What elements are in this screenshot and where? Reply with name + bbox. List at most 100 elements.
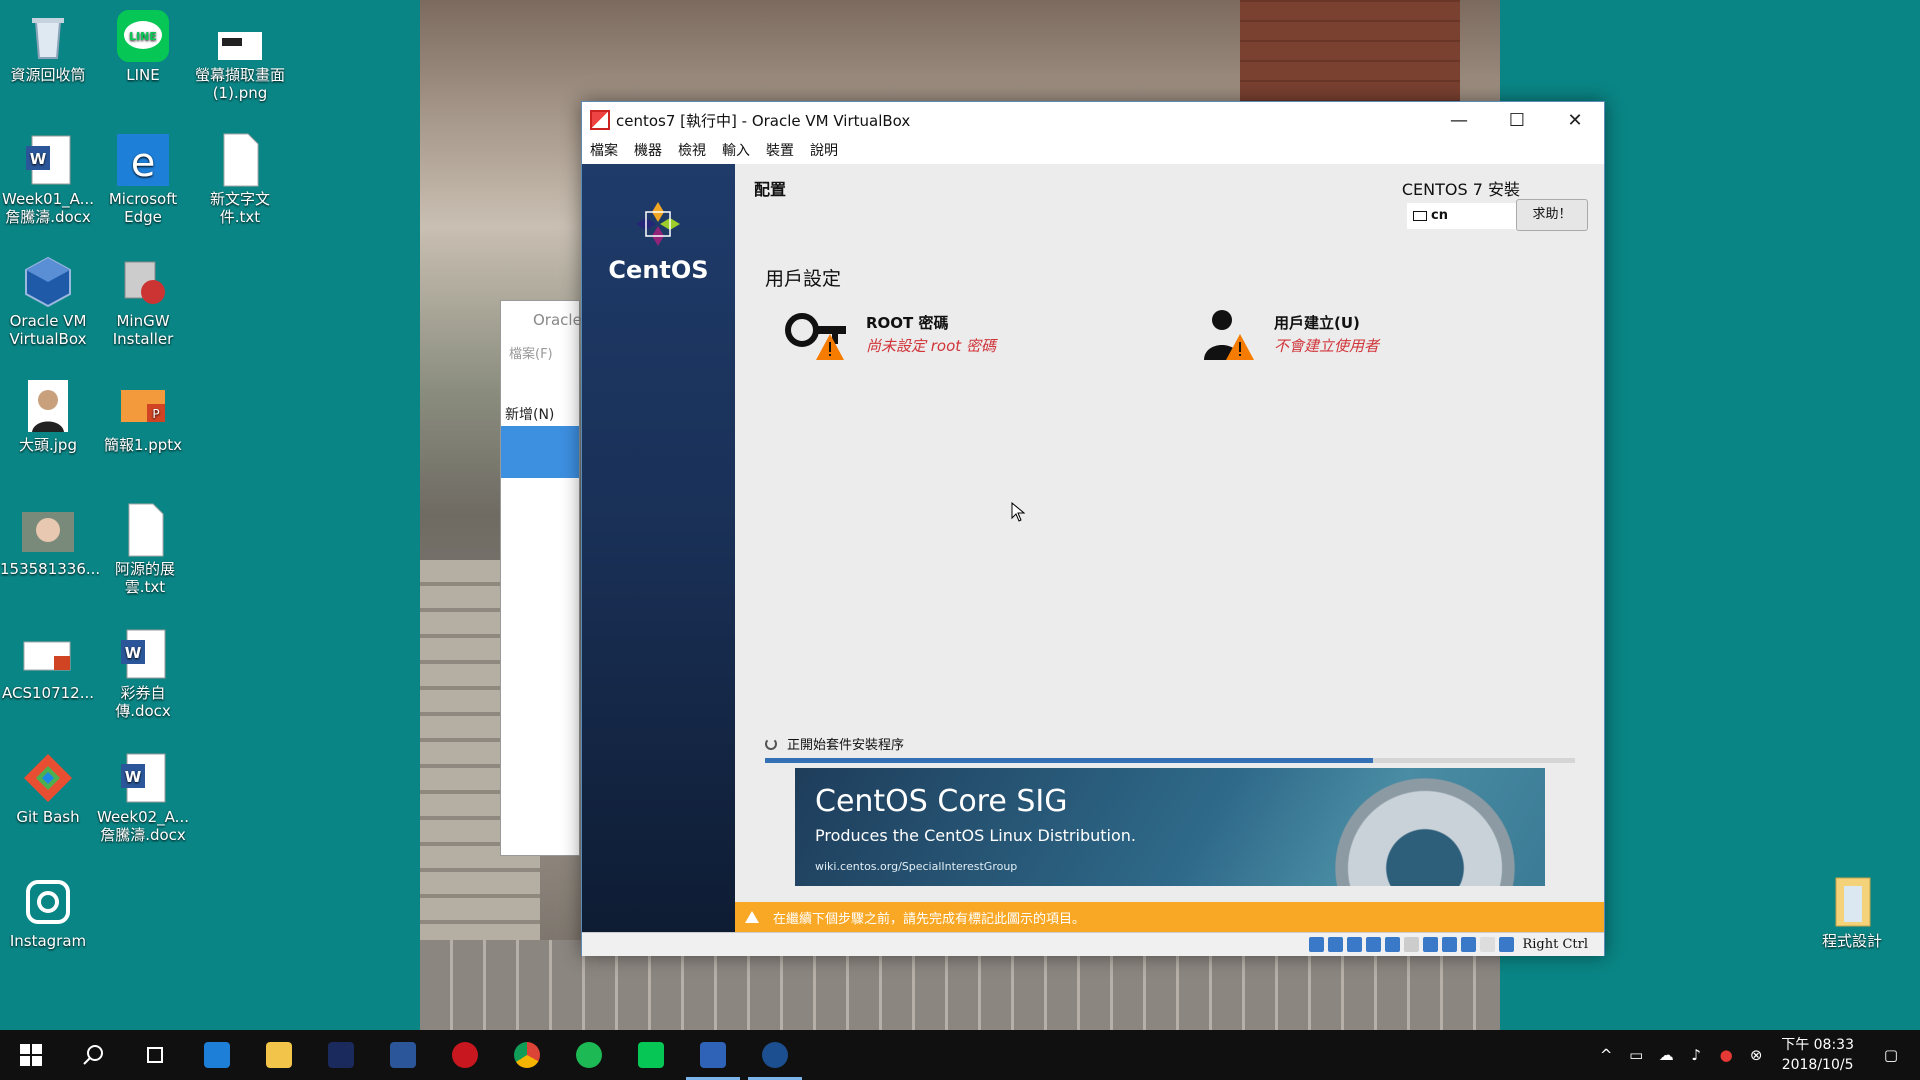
start-button[interactable] xyxy=(0,1030,62,1080)
taskbar-msi-app[interactable] xyxy=(434,1030,496,1080)
root-password-spoke[interactable]: ROOT 密碼 尚未設定 root 密碼 xyxy=(782,304,996,364)
key-warning-icon xyxy=(782,304,850,364)
user-settings-heading: 用戶設定 xyxy=(765,268,842,290)
user-creation-status: 不會建立使用者 xyxy=(1274,337,1380,355)
taskbar-word[interactable] xyxy=(372,1030,434,1080)
volume-icon[interactable]: ♪ xyxy=(1685,1046,1707,1064)
battery-icon[interactable]: ▭ xyxy=(1625,1046,1647,1064)
taskbar-virtualbox-vm[interactable] xyxy=(744,1030,806,1080)
dragon-tray-icon[interactable]: ● xyxy=(1715,1046,1737,1064)
desktop-icon-week01-docx[interactable]: W Week01_A... 詹騰濤.docx xyxy=(0,132,96,226)
clock[interactable]: 下午 08:33 2018/10/5 xyxy=(1781,1035,1854,1075)
image-file-icon xyxy=(20,378,76,434)
keyboard-capture-icon[interactable] xyxy=(1499,937,1515,952)
desktop-icon-new-text-file[interactable]: 新文字文件.txt xyxy=(190,132,290,226)
user-creation-spoke[interactable]: 用戶建立(U) 不會建立使用者 xyxy=(1202,304,1379,364)
vm-window[interactable]: centos7 [執行中] - Oracle VM VirtualBox — ☐… xyxy=(581,101,1605,956)
progress-bar-fill xyxy=(765,758,1373,763)
shared-folders-icon[interactable] xyxy=(1404,937,1420,952)
vm-window-title: centos7 [執行中] - Oracle VM VirtualBox xyxy=(616,111,911,130)
audio-icon[interactable] xyxy=(1347,937,1363,952)
powerpoint-file-icon xyxy=(20,626,76,682)
taskbar-edge[interactable] xyxy=(186,1030,248,1080)
desktop-icon-mingw-installer[interactable]: MinGW Installer xyxy=(95,254,191,348)
hard-disk-icon[interactable] xyxy=(1309,937,1325,952)
centos-brand: CentOS xyxy=(608,256,709,284)
keyboard-layout-indicator[interactable]: cn xyxy=(1407,203,1517,229)
desktop-icon-instagram[interactable]: Instagram xyxy=(0,874,96,950)
taskbar-virtualbox[interactable] xyxy=(682,1030,744,1080)
desktop-icon-acs10712[interactable]: ACS10712... xyxy=(0,626,96,702)
cpu-icon[interactable] xyxy=(1461,937,1477,952)
desktop-icon-screenshot-png[interactable]: 螢幕擷取畫面 (1).png xyxy=(190,28,290,102)
instagram-icon xyxy=(20,874,76,930)
menu-input[interactable]: 輸入 xyxy=(722,140,750,160)
menu-machine[interactable]: 機器 xyxy=(634,140,662,160)
word-document-icon: W xyxy=(115,626,171,682)
warning-bar: 在繼續下個步驟之前，請先完成有標記此圖示的項目。 xyxy=(735,902,1604,932)
video-capture-icon[interactable] xyxy=(1442,937,1458,952)
menu-file[interactable]: 檔案 xyxy=(590,140,618,160)
chevron-up-icon[interactable]: ^ xyxy=(1595,1046,1617,1064)
desktop-icon-programming-folder[interactable]: 程式設計 xyxy=(1804,874,1900,950)
svg-text:P: P xyxy=(152,407,159,421)
help-button[interactable]: 求助！ xyxy=(1516,199,1588,231)
menu-view[interactable]: 檢視 xyxy=(678,140,706,160)
task-view-icon xyxy=(147,1047,163,1063)
word-icon xyxy=(390,1042,416,1068)
menu-devices[interactable]: 裝置 xyxy=(766,140,794,160)
optical-drive-icon[interactable] xyxy=(1328,937,1344,952)
usb-icon[interactable] xyxy=(1385,937,1401,952)
desktop-icon-text-file-2[interactable]: 阿源的展雲.txt xyxy=(95,502,195,596)
display-icon[interactable] xyxy=(1423,937,1439,952)
banner-subtitle: Produces the CentOS Linux Distribution. xyxy=(815,826,1136,845)
maximize-button[interactable]: ☐ xyxy=(1488,102,1546,138)
desktop-icon-week02-docx[interactable]: W Week02_A... 詹騰濤.docx xyxy=(95,750,191,844)
mouse-integration-icon[interactable] xyxy=(1480,937,1496,952)
desktop-icon-lottery-docx[interactable]: W 彩券自傳.docx xyxy=(95,626,191,720)
keyboard-icon xyxy=(1413,210,1427,221)
close-button[interactable]: ✕ xyxy=(1546,102,1604,138)
vm-titlebar[interactable]: centos7 [執行中] - Oracle VM VirtualBox — ☐… xyxy=(582,102,1604,138)
manager-menu-file[interactable]: 檔案(F) xyxy=(501,339,579,366)
virtualbox-icon xyxy=(700,1042,726,1068)
desktop-icon-microsoft-edge[interactable]: e Microsoft Edge xyxy=(95,132,191,226)
dragon-app-icon xyxy=(452,1042,478,1068)
desktop-icon-git-bash[interactable]: Git Bash xyxy=(0,750,96,826)
desktop-icon-line[interactable]: LINE LINE xyxy=(95,8,191,84)
virtualbox-manager-window[interactable]: Oracle 檔案(F) 新增(N) xyxy=(500,300,582,856)
user-warning-icon xyxy=(1202,304,1258,364)
onedrive-icon[interactable]: ☁ xyxy=(1655,1046,1677,1064)
spinner-icon xyxy=(765,737,777,750)
centos-sidebar: CentOS xyxy=(582,164,735,932)
manager-title: Oracle xyxy=(501,301,582,339)
guest-display[interactable]: CentOS 配置 CENTOS 7 安裝 cn 求助！ 用戶設定 ROOT 密… xyxy=(582,164,1604,932)
notification-center-icon[interactable]: ▢ xyxy=(1880,1046,1902,1064)
taskbar-spotify[interactable] xyxy=(558,1030,620,1080)
taskbar-visual-studio[interactable] xyxy=(310,1030,372,1080)
desktop-icon-recycle-bin[interactable]: 資源回收筒 xyxy=(0,8,96,84)
task-view-button[interactable] xyxy=(124,1030,186,1080)
install-title: CENTOS 7 安裝 xyxy=(1401,180,1520,199)
menu-help[interactable]: 說明 xyxy=(810,140,838,160)
network-disconnected-icon[interactable]: ⊗ xyxy=(1745,1046,1767,1064)
desktop-icon-virtualbox[interactable]: Oracle VM VirtualBox xyxy=(0,254,96,348)
manager-new-button[interactable]: 新增(N) xyxy=(501,366,579,423)
minimize-button[interactable]: — xyxy=(1430,102,1488,138)
taskbar-file-explorer[interactable] xyxy=(248,1030,310,1080)
root-password-title: ROOT 密碼 xyxy=(866,314,949,332)
banner-url: wiki.centos.org/SpecialInterestGroup xyxy=(815,860,1018,873)
desktop-icon-portrait-jpg[interactable]: 大頭.jpg xyxy=(0,378,96,454)
manager-vm-list-item[interactable] xyxy=(501,426,579,478)
desktop-icon-presentation-pptx[interactable]: P 簡報1.pptx xyxy=(95,378,191,454)
warning-icon xyxy=(745,911,759,923)
taskbar-line[interactable] xyxy=(620,1030,682,1080)
network-icon[interactable] xyxy=(1366,937,1382,952)
taskbar-chrome[interactable] xyxy=(496,1030,558,1080)
desktop-icon-photo-153581336[interactable]: 153581336... xyxy=(0,502,100,578)
image-file-icon xyxy=(20,502,76,558)
search-button[interactable] xyxy=(62,1030,124,1080)
edge-icon xyxy=(204,1042,230,1068)
word-document-icon: W xyxy=(115,750,171,806)
line-icon xyxy=(638,1042,664,1068)
